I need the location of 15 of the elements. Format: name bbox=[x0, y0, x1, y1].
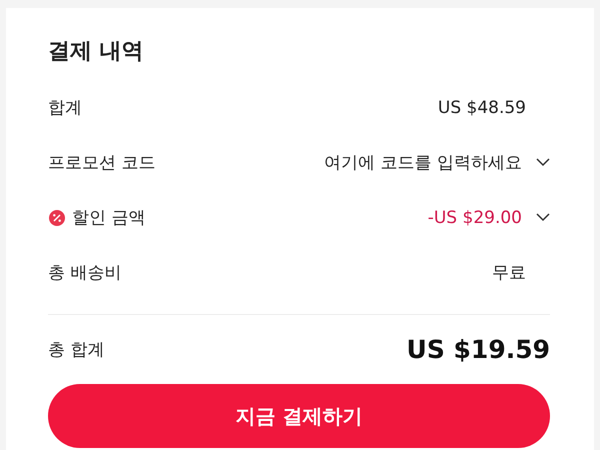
pay-now-button[interactable]: 지금 결제하기 bbox=[48, 384, 550, 448]
total-value: US $19.59 bbox=[406, 335, 550, 364]
section-title: 결제 내역 bbox=[48, 38, 145, 66]
row-value: US $48.59 bbox=[438, 98, 526, 118]
promo-code-field[interactable]: 여기에 코드를 입력하세요 bbox=[324, 151, 522, 174]
chevron-down-icon[interactable] bbox=[536, 213, 550, 222]
row-label: 합계 bbox=[48, 97, 82, 119]
row-label: 총 배송비 bbox=[48, 262, 122, 284]
row-label: 프로모션 코드 bbox=[48, 152, 156, 174]
discount-icon bbox=[48, 208, 66, 226]
row-value: -US $29.00 bbox=[428, 208, 522, 228]
chevron-down-icon[interactable] bbox=[536, 158, 550, 167]
row-label: 할인 금액 bbox=[72, 207, 146, 229]
total-label: 총 합계 bbox=[48, 339, 104, 361]
row-value: 무료 bbox=[492, 262, 526, 284]
